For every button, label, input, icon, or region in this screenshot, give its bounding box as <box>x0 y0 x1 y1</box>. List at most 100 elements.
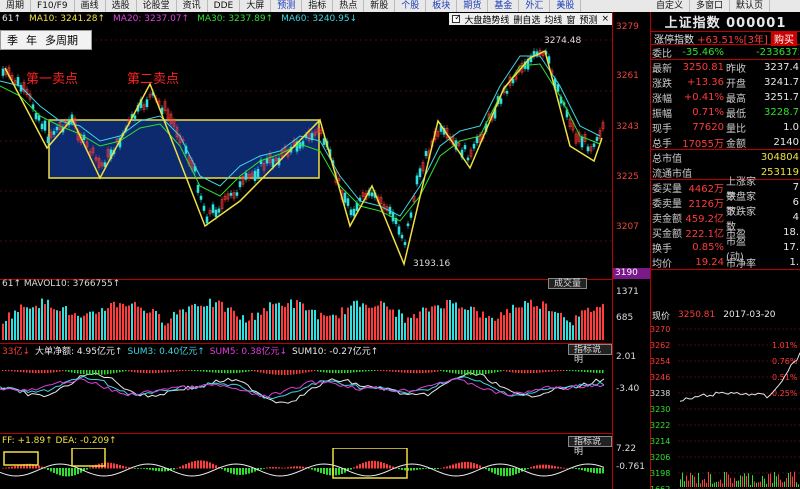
window-button[interactable]: 窗 <box>566 13 575 26</box>
quote-label: 最新 <box>652 64 672 75</box>
buy-button[interactable]: 购买 <box>771 30 797 46</box>
fund-bar <box>122 370 124 372</box>
market-tab[interactable]: 期货 <box>457 0 489 12</box>
toolbar-button[interactable]: DDE <box>208 0 241 12</box>
macd-bar <box>524 468 526 471</box>
macd-help-button[interactable]: 指标说明 <box>568 436 612 457</box>
volume-bar <box>197 306 199 340</box>
menu-item[interactable]: 多窗口 <box>690 0 731 12</box>
macd-bar <box>2 467 4 469</box>
fund-bar <box>275 370 277 375</box>
mini-volume-bar <box>718 481 719 487</box>
volume-bar <box>128 305 130 340</box>
mini-volume-bar <box>756 482 757 487</box>
mini-label: 现价 <box>652 311 671 322</box>
fund-bar <box>581 370 583 372</box>
macd-bar <box>437 468 439 469</box>
toolbar-button[interactable]: 资讯 <box>177 0 208 12</box>
fund-bar <box>482 370 484 375</box>
ma-legend: 61↑ MA10: 3241.28↑ MA20: 3237.07↑ MA30: … <box>0 12 612 26</box>
volume-bar <box>584 310 586 340</box>
predict-button[interactable]: 预测 <box>579 13 597 26</box>
mini-volume-bar <box>732 483 733 487</box>
fund-bar <box>578 370 580 372</box>
mini-volume-bar <box>772 482 773 487</box>
fund-bar <box>410 370 412 374</box>
fund-bar <box>164 370 166 373</box>
fund-bar <box>353 370 355 373</box>
quote-label: 涨幅 <box>652 94 672 105</box>
market-tab[interactable]: 板块 <box>426 0 458 12</box>
close-icon[interactable]: × <box>601 14 609 24</box>
toolbar-button[interactable]: 论股堂 <box>137 0 177 12</box>
trend-checkbox[interactable]: ✓ <box>452 13 461 23</box>
macd-bar <box>122 465 124 469</box>
toolbar-button[interactable]: 新股 <box>364 0 396 12</box>
mini-axis-tick: 3270 <box>650 325 670 334</box>
volume-button[interactable]: 成交量 <box>548 278 588 289</box>
delete-watch-button[interactable]: 删自选 <box>513 13 540 26</box>
fund-bar <box>365 370 367 372</box>
toolbar-button[interactable]: 周期 <box>0 0 32 12</box>
toolbar-button[interactable]: 画线 <box>75 0 106 12</box>
macd-bar <box>137 468 139 469</box>
macd-bar <box>566 467 568 469</box>
fund-bar <box>65 370 67 372</box>
market-tab[interactable]: 基金 <box>488 0 520 12</box>
volume-bar <box>320 312 322 340</box>
mini-volume-bar <box>702 479 703 487</box>
mini-volume-bar <box>744 473 745 487</box>
fund-bar <box>113 370 115 374</box>
volume-bar <box>125 306 127 340</box>
fund-bar <box>329 370 331 373</box>
quote-label2: 金额 <box>726 138 746 150</box>
macd-bar <box>530 467 532 469</box>
volume-bar <box>563 317 565 340</box>
macd-bar <box>587 468 589 472</box>
fund-bar <box>215 370 217 373</box>
market-tab[interactable]: 个股 <box>395 0 427 12</box>
period-option[interactable]: 年 <box>26 32 37 48</box>
volume-bar <box>590 311 592 340</box>
fund-bar <box>182 370 184 372</box>
volume-bar <box>281 305 283 340</box>
volume-bar <box>299 302 301 340</box>
fund-bar <box>149 370 151 374</box>
price-axis: 3279 3261 3243 3225 3207 3190 1371 685 2… <box>612 12 650 489</box>
toolbar-button[interactable]: 大屏 <box>240 0 272 12</box>
toolbar-button[interactable]: F10/F9 <box>31 0 75 12</box>
volume-bar <box>317 319 319 340</box>
menu-item[interactable]: 默认页 <box>730 0 771 12</box>
kline-chart[interactable]: 第一卖点 第二卖点 3274.48 3193.16 <box>0 26 612 286</box>
volume-bar <box>341 307 343 340</box>
mini-volume-bar <box>782 482 783 487</box>
volume-bar <box>251 312 253 340</box>
mini-axis-tick: 3222 <box>650 421 670 430</box>
fund-bar <box>146 370 148 374</box>
toolbar-button[interactable]: 预测 <box>271 0 303 12</box>
menu-item[interactable]: 自定义 <box>650 0 691 12</box>
panel-title: 上证指数 000001 <box>651 12 800 32</box>
fund-help-button[interactable]: 指标说明 <box>568 344 612 365</box>
volume-bar <box>377 305 379 340</box>
fund-bar <box>593 370 595 373</box>
mini-volume-bar <box>754 481 755 487</box>
market-tab[interactable]: 美股 <box>550 0 582 12</box>
price-tick: 3207 <box>616 222 639 232</box>
trend-toggle[interactable]: 大盘趋势线 <box>464 13 509 26</box>
period-option[interactable]: 多周期 <box>45 32 78 48</box>
toolbar-button[interactable]: 热点 <box>333 0 365 12</box>
avg-button[interactable]: 均线 <box>544 13 562 26</box>
legend-controls: ✓ 大盘趋势线 删自选 均线 窗 预测 × <box>449 13 612 26</box>
toolbar-button[interactable]: 指标 <box>302 0 334 12</box>
toolbar-button[interactable]: 选股 <box>106 0 137 12</box>
mini-volume-bar <box>758 482 759 487</box>
fund-bar <box>533 370 535 374</box>
period-option[interactable]: 季 <box>7 32 18 48</box>
fund-bar <box>389 370 391 372</box>
macd-bar <box>230 468 232 474</box>
market-tab[interactable]: 外汇 <box>519 0 551 12</box>
fund-bar <box>269 370 271 375</box>
macd-bar <box>596 468 598 474</box>
volume-bar <box>332 314 334 340</box>
